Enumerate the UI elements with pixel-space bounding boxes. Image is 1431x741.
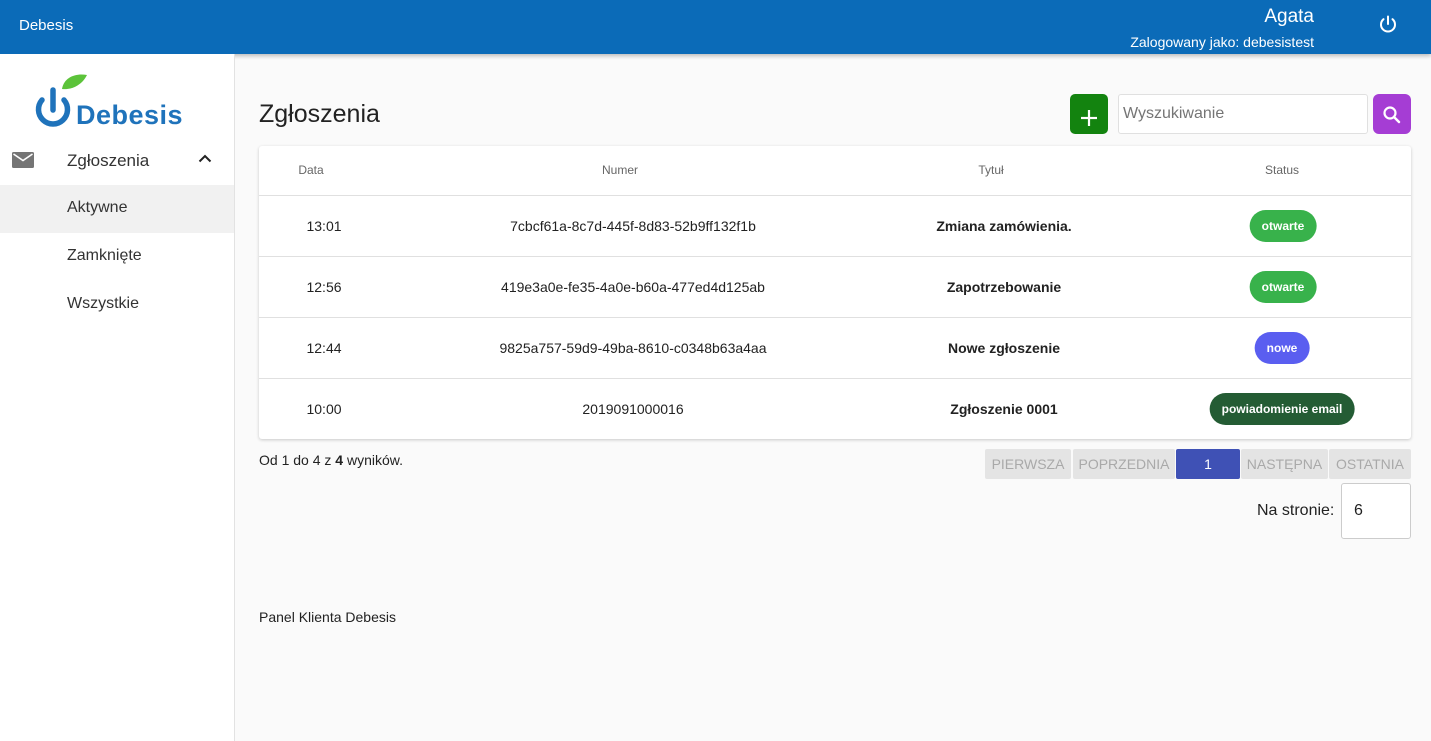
table-row[interactable]: 12:44 9825a757-59d9-49ba-8610-c0348b63a4…	[259, 318, 1411, 379]
footer-text: Panel Klienta Debesis	[259, 609, 396, 625]
sidebar-item-wszystkie[interactable]: Wszystkie	[0, 281, 234, 329]
pagination-first[interactable]: PIERWSZA	[985, 449, 1071, 479]
logged-in-as: Zalogowany jako: debesistest	[1130, 34, 1314, 50]
status-badge: powiadomienie email	[1209, 393, 1355, 425]
pagination-next[interactable]: NASTĘPNA	[1241, 449, 1328, 479]
column-header-date[interactable]: Data	[298, 163, 323, 177]
results-count: Od 1 do 4 z 4 wyników.	[259, 452, 403, 468]
add-button[interactable]	[1070, 94, 1108, 134]
sidebar-group-zgloszenia[interactable]: Zgłoszenia	[0, 138, 234, 182]
table-row[interactable]: 10:00 2019091000016 Zgłoszenie 0001 powi…	[259, 379, 1411, 440]
table-row[interactable]: 13:01 7cbcf61a-8c7d-445f-8d83-52b9ff132f…	[259, 196, 1411, 257]
power-icon[interactable]	[1376, 13, 1400, 37]
logo-text: Debesis	[76, 100, 184, 130]
search-icon	[1383, 106, 1401, 124]
column-header-status[interactable]: Status	[1265, 163, 1299, 177]
cell-date: 12:44	[306, 340, 342, 356]
search-input[interactable]	[1118, 94, 1368, 134]
table-header: Data Numer Tytuł Status	[259, 146, 1411, 196]
status-badge: otwarte	[1249, 271, 1317, 303]
sidebar-item-zamkniete[interactable]: Zamknięte	[0, 233, 234, 281]
results-prefix: Od 1 do 4 z	[259, 452, 336, 468]
results-total: 4	[335, 452, 344, 468]
cell-title: Nowe zgłoszenie	[947, 340, 1061, 356]
logo[interactable]: Debesis	[34, 72, 204, 132]
cell-title: Zgłoszenie 0001	[950, 401, 1058, 417]
plus-icon	[1081, 110, 1097, 126]
pagination-previous[interactable]: POPRZEDNIA	[1073, 449, 1175, 479]
cell-title: Zapotrzebowanie	[946, 279, 1062, 295]
cell-date: 10:00	[306, 401, 342, 417]
mail-icon	[12, 152, 34, 168]
sidebar: Debesis Zgłoszenia Aktywne Zamknięte Wsz…	[0, 54, 235, 741]
column-header-title[interactable]: Tytuł	[978, 163, 1003, 177]
cell-number: 2019091000016	[582, 401, 684, 417]
status-badge: otwarte	[1249, 210, 1317, 242]
user-name: Agata	[1264, 6, 1314, 27]
cell-title: Zmiana zamówienia.	[936, 218, 1072, 234]
page-title: Zgłoszenia	[259, 100, 380, 128]
tickets-table: Data Numer Tytuł Status 13:01 7cbcf61a-8…	[259, 146, 1411, 439]
chevron-up-icon[interactable]	[198, 153, 212, 163]
cell-date: 12:56	[306, 279, 342, 295]
search-button[interactable]	[1373, 94, 1411, 134]
per-page-label: Na stronie:	[1257, 502, 1335, 519]
results-suffix: wyników.	[343, 452, 403, 468]
cell-number: 7cbcf61a-8c7d-445f-8d83-52b9ff132f1b	[510, 218, 756, 234]
table-row[interactable]: 12:56 419e3a0e-fe35-4a0e-b60a-477ed4d125…	[259, 257, 1411, 318]
top-bar: Debesis Agata Zalogowany jako: debesiste…	[0, 0, 1431, 54]
per-page-input[interactable]	[1341, 483, 1411, 539]
status-badge: nowe	[1254, 332, 1310, 364]
pagination-page-1[interactable]: 1	[1176, 449, 1240, 479]
cell-number: 9825a757-59d9-49ba-8610-c0348b63a4aa	[499, 340, 767, 356]
column-header-number[interactable]: Numer	[602, 163, 638, 177]
sidebar-item-label: Wszystkie	[67, 295, 139, 312]
sidebar-item-label: Aktywne	[67, 199, 128, 216]
cell-number: 419e3a0e-fe35-4a0e-b60a-477ed4d125ab	[501, 279, 765, 295]
pagination-last[interactable]: OSTATNIA	[1329, 449, 1411, 479]
sidebar-group-label: Zgłoszenia	[67, 151, 150, 170]
app-title[interactable]: Debesis	[19, 17, 73, 34]
cell-date: 13:01	[306, 218, 342, 234]
sidebar-item-aktywne[interactable]: Aktywne	[0, 185, 234, 233]
sidebar-item-label: Zamknięte	[67, 247, 142, 264]
